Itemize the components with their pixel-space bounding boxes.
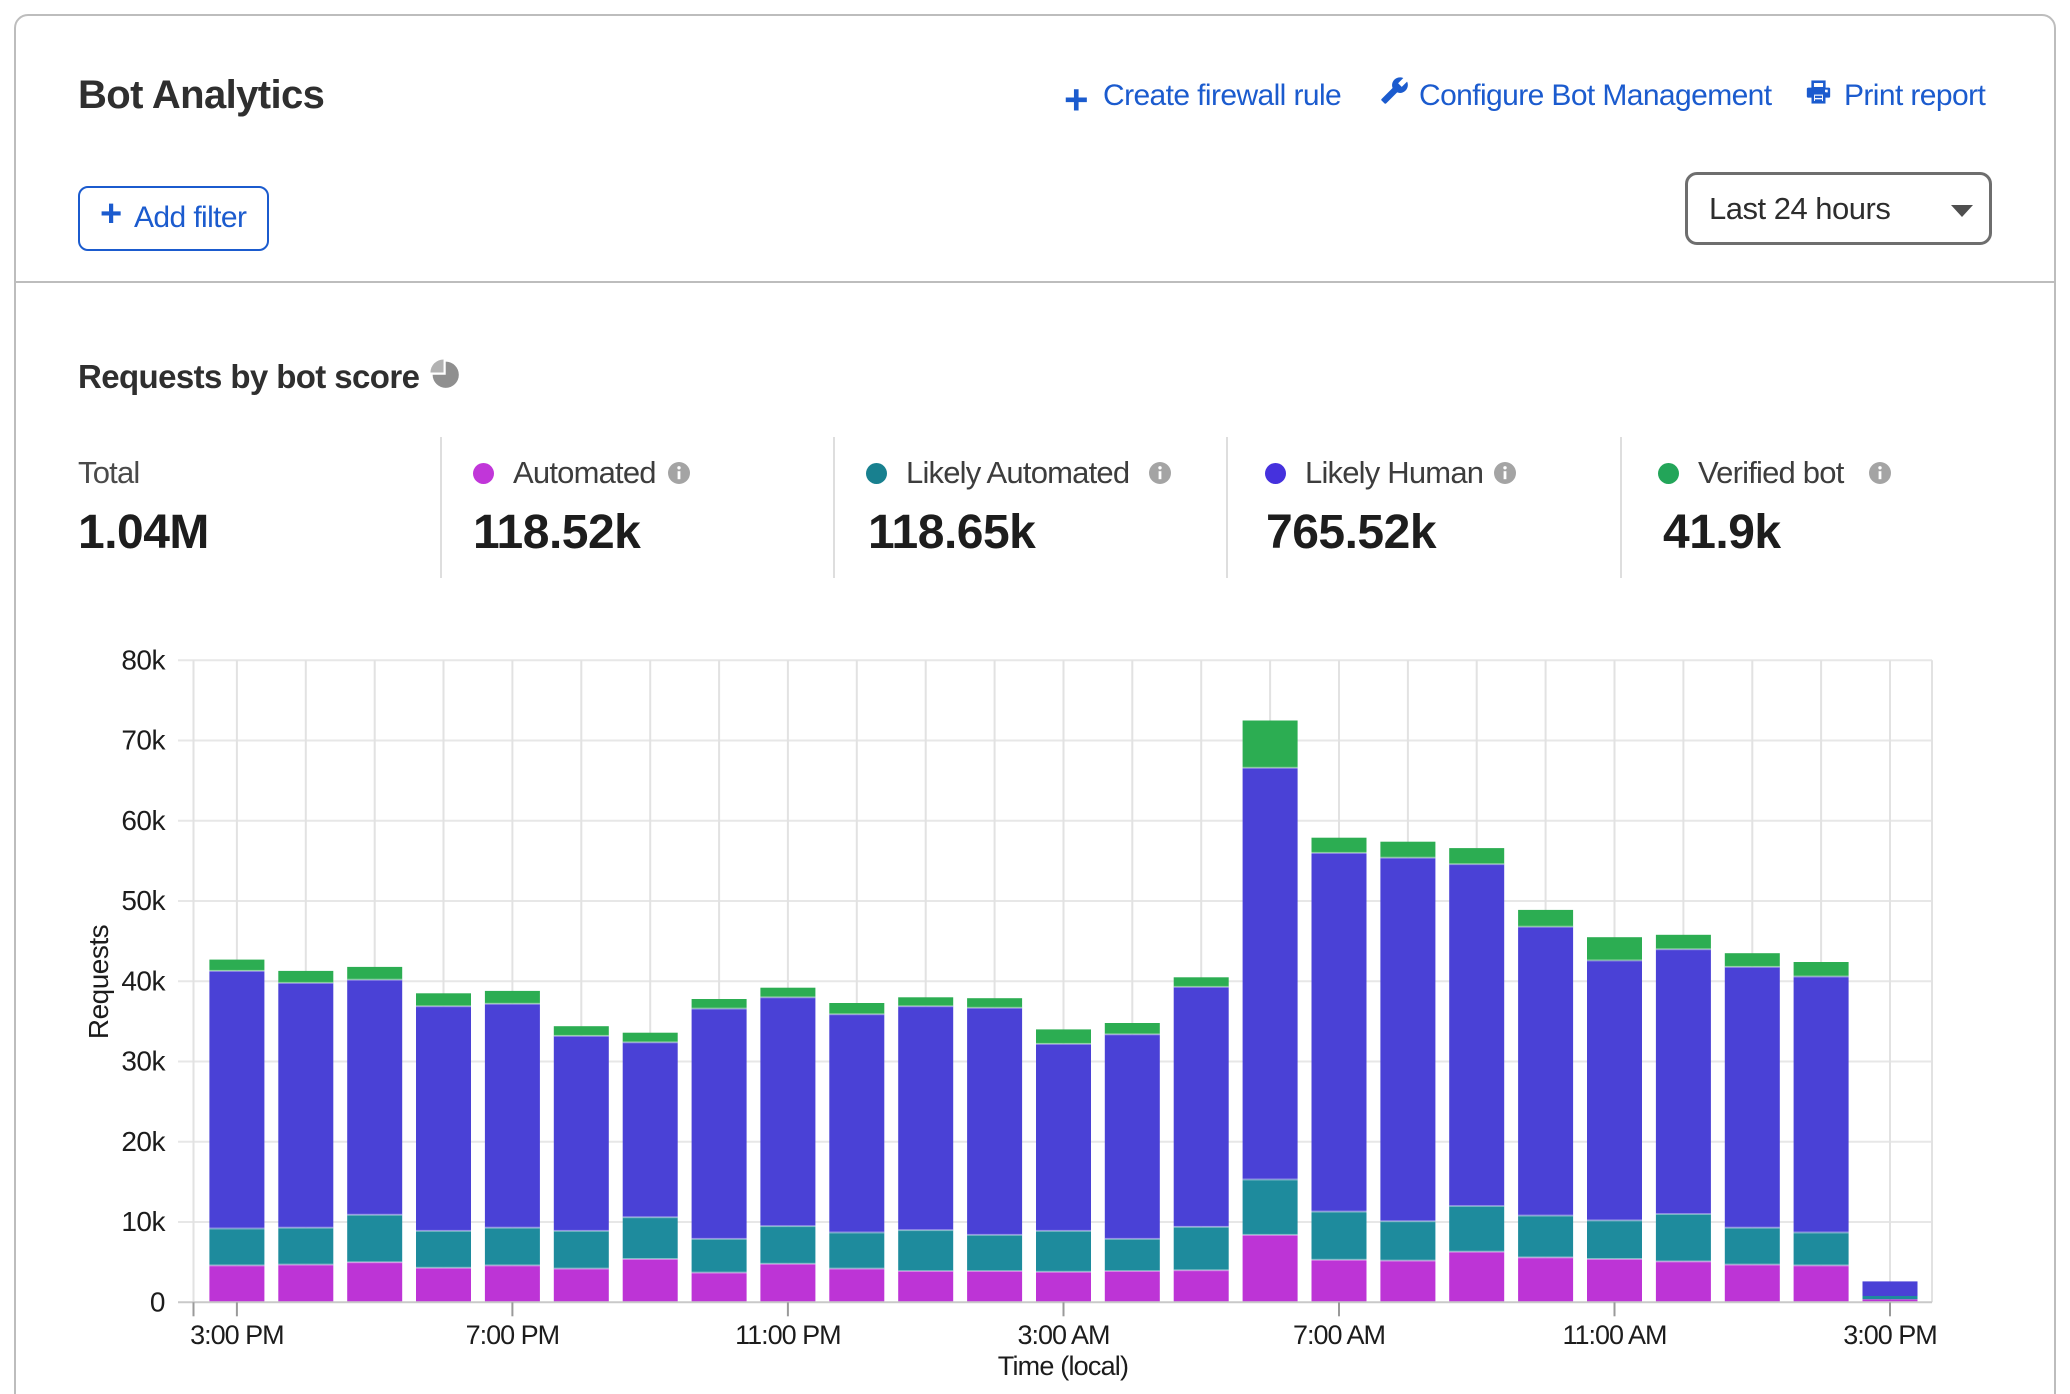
svg-text:40k: 40k bbox=[121, 965, 166, 996]
svg-text:11:00 PM: 11:00 PM bbox=[735, 1320, 841, 1350]
svg-text:60k: 60k bbox=[121, 805, 166, 836]
svg-text:80k: 80k bbox=[121, 644, 166, 675]
svg-text:0: 0 bbox=[150, 1286, 165, 1317]
svg-text:10k: 10k bbox=[121, 1206, 166, 1237]
svg-text:3:00 PM: 3:00 PM bbox=[190, 1320, 284, 1350]
svg-text:11:00 AM: 11:00 AM bbox=[1562, 1320, 1666, 1350]
svg-text:7:00 AM: 7:00 AM bbox=[1293, 1320, 1385, 1350]
svg-text:7:00 PM: 7:00 PM bbox=[466, 1320, 560, 1350]
svg-text:Time (local): Time (local) bbox=[998, 1351, 1128, 1381]
svg-text:3:00 AM: 3:00 AM bbox=[1017, 1320, 1109, 1350]
svg-text:50k: 50k bbox=[121, 885, 166, 916]
svg-text:Requests: Requests bbox=[83, 925, 114, 1039]
svg-text:30k: 30k bbox=[121, 1046, 166, 1077]
svg-text:20k: 20k bbox=[121, 1126, 166, 1157]
svg-text:3:00 PM: 3:00 PM bbox=[1843, 1320, 1937, 1350]
svg-text:70k: 70k bbox=[121, 725, 166, 756]
